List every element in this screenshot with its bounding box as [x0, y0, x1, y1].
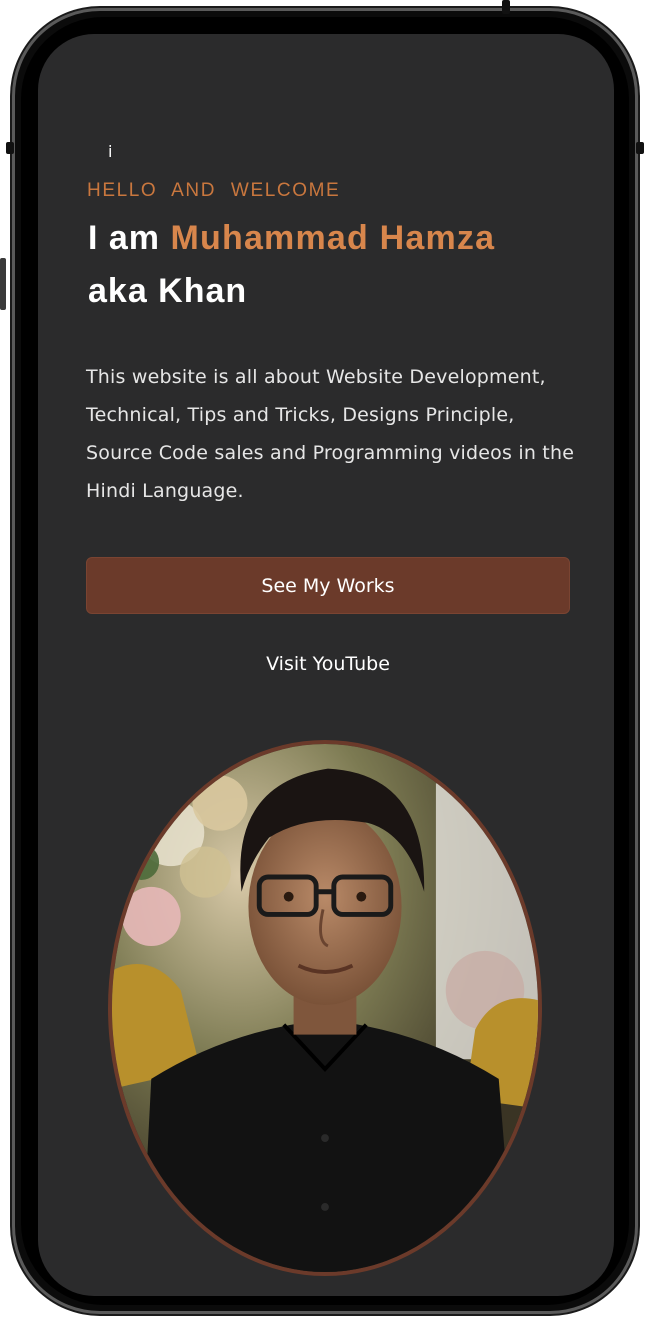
- phone-screen: i HELLO AND WELCOME I am Muhammad Hamza …: [38, 34, 614, 1296]
- phone-side-button-top: [502, 0, 510, 14]
- profile-photo: [108, 740, 542, 1276]
- visit-youtube-link[interactable]: Visit YouTube: [86, 646, 570, 682]
- phone-side-button-left: [6, 142, 14, 154]
- text-cursor-icon: i: [108, 142, 113, 161]
- phone-side-button-right: [636, 142, 644, 154]
- intro-description: This website is all about Website Develo…: [86, 366, 575, 502]
- greeting-text: HELLO AND WELCOME: [87, 180, 341, 201]
- phone-volume-button: [0, 258, 6, 310]
- see-my-works-button[interactable]: See My Works: [86, 557, 570, 614]
- author-name: Muhammad Hamza: [170, 219, 496, 257]
- author-alias: aka Khan: [88, 272, 248, 310]
- page-title: I am Muhammad Hamza aka Khan: [88, 212, 588, 318]
- intro-prefix: I am: [88, 219, 171, 257]
- profile-photo-icon: [112, 744, 538, 1272]
